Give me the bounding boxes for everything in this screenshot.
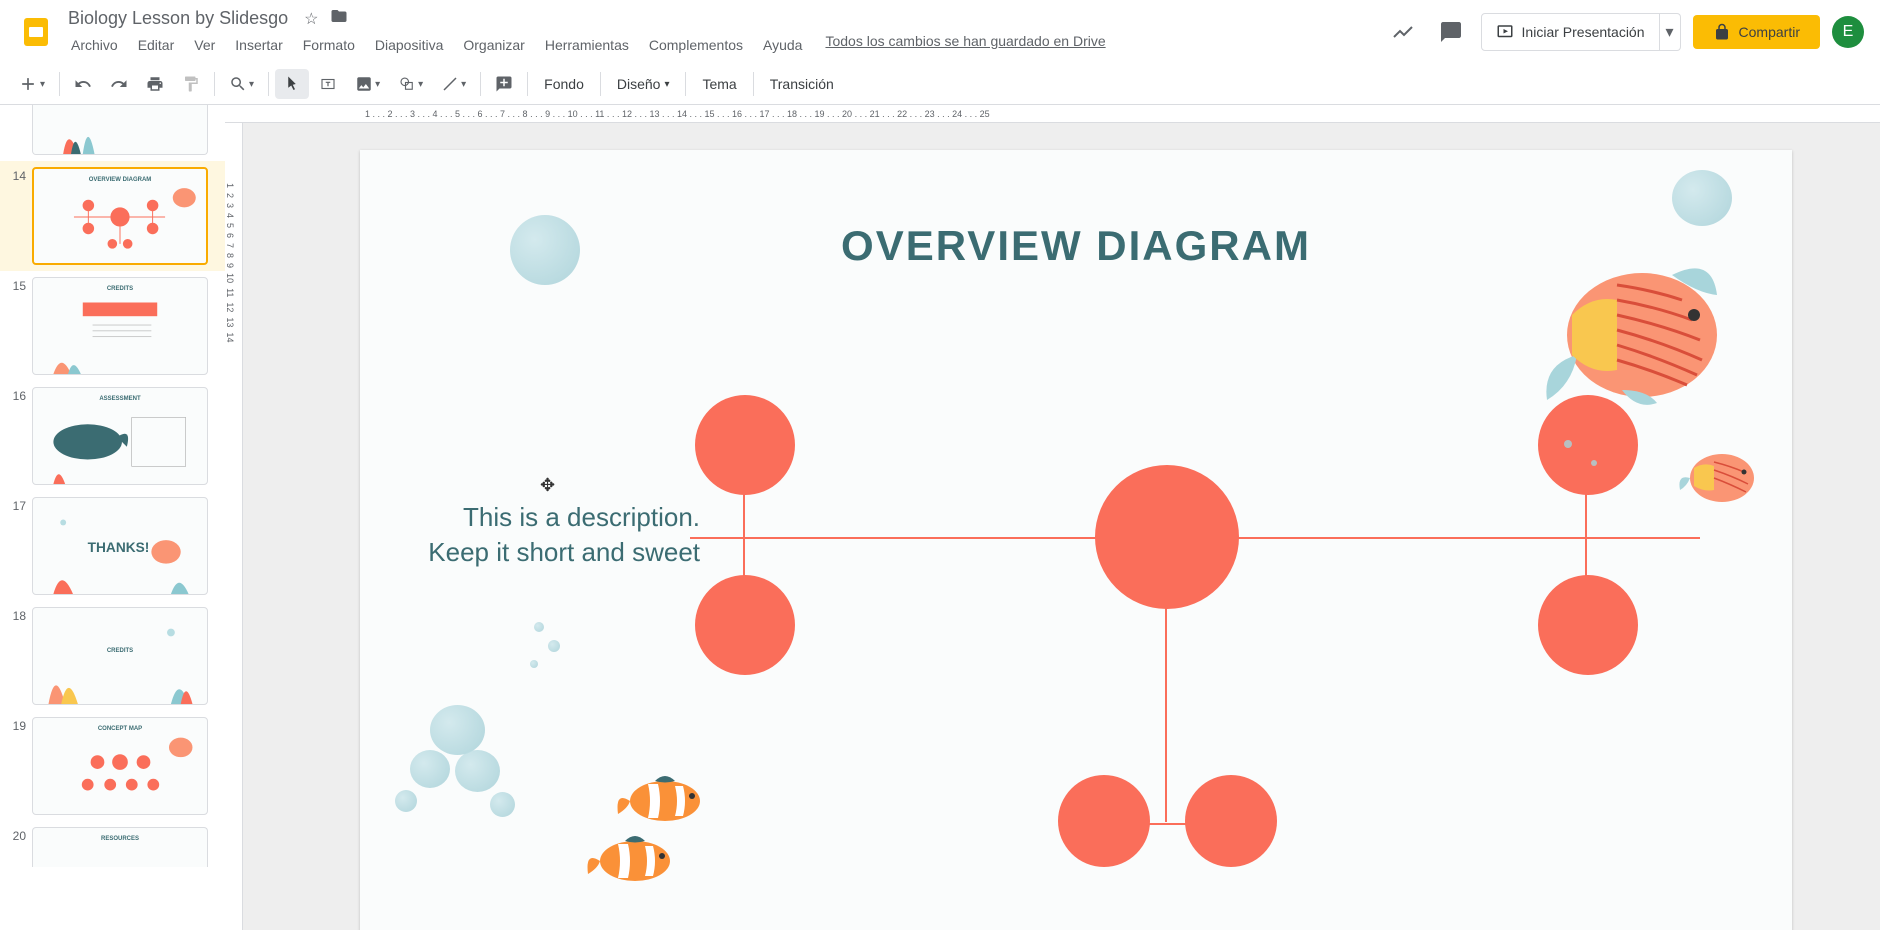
activity-icon[interactable] bbox=[1385, 14, 1421, 50]
thumb-num: 14 bbox=[10, 169, 26, 265]
line-tool[interactable]: ▾ bbox=[433, 69, 474, 99]
tema-button[interactable]: Tema bbox=[692, 70, 746, 98]
menubar: Archivo Editar Ver Insertar Formato Diap… bbox=[64, 33, 1385, 57]
new-slide-button[interactable]: ▾ bbox=[10, 68, 53, 100]
comments-icon[interactable] bbox=[1433, 14, 1469, 50]
fish-illustration-small bbox=[1672, 440, 1762, 510]
comment-button[interactable] bbox=[487, 69, 521, 99]
textbox-tool[interactable] bbox=[311, 69, 345, 99]
slide-sidebar[interactable]: 14 OVERVIEW DIAGRAM 15 CREDITS 16 ASSESS… bbox=[0, 105, 225, 930]
menu-ayuda[interactable]: Ayuda bbox=[756, 33, 809, 57]
bubble-decoration bbox=[534, 622, 544, 632]
image-tool[interactable]: ▾ bbox=[347, 69, 388, 99]
menu-complementos[interactable]: Complementos bbox=[642, 33, 750, 57]
thumb-num: 20 bbox=[10, 829, 26, 867]
menu-archivo[interactable]: Archivo bbox=[64, 33, 125, 57]
menu-editar[interactable]: Editar bbox=[131, 33, 182, 57]
doc-title[interactable]: Biology Lesson by Slidesgo bbox=[64, 6, 292, 31]
bubble-decoration bbox=[455, 750, 500, 792]
move-cursor-icon: ✥ bbox=[540, 475, 555, 496]
slide-title[interactable]: OVERVIEW DIAGRAM bbox=[841, 222, 1311, 270]
menu-formato[interactable]: Formato bbox=[296, 33, 362, 57]
slide-thumb-19[interactable]: CONCEPT MAP bbox=[32, 717, 208, 815]
bubble-decoration bbox=[530, 660, 538, 668]
thumb-num: 15 bbox=[10, 279, 26, 375]
clownfish-illustration bbox=[580, 766, 740, 906]
ruler-horizontal: 1 . . . 2 . . . 3 . . . 4 . . . 5 . . . … bbox=[225, 105, 1880, 123]
slide-thumb-16[interactable]: ASSESSMENT bbox=[32, 387, 208, 485]
menu-herramientas[interactable]: Herramientas bbox=[538, 33, 636, 57]
ruler-vertical: 1 2 3 4 5 6 7 8 9 10 11 12 13 14 bbox=[225, 123, 243, 930]
bubble-decoration bbox=[430, 705, 485, 755]
description-text[interactable]: This is a description. Keep it short and… bbox=[410, 500, 700, 570]
slide-thumb-17[interactable]: THANKS! bbox=[32, 497, 208, 595]
slide-thumb-13[interactable] bbox=[32, 105, 208, 155]
bubble-decoration bbox=[1564, 440, 1572, 448]
title-area: Biology Lesson by Slidesgo ☆ Archivo Edi… bbox=[64, 6, 1385, 57]
menu-ver[interactable]: Ver bbox=[187, 33, 222, 57]
menu-organizar[interactable]: Organizar bbox=[456, 33, 531, 57]
undo-button[interactable] bbox=[66, 69, 100, 99]
bubble-decoration bbox=[548, 640, 560, 652]
thumb-num: 19 bbox=[10, 719, 26, 815]
thumb-num: 18 bbox=[10, 609, 26, 705]
save-status[interactable]: Todos los cambios se han guardado en Dri… bbox=[825, 33, 1105, 57]
bubble-decoration bbox=[510, 215, 580, 285]
avatar[interactable]: E bbox=[1832, 16, 1864, 48]
bubble-decoration bbox=[490, 792, 515, 817]
thumb-num: 16 bbox=[10, 389, 26, 485]
shape-tool[interactable]: ▾ bbox=[390, 69, 431, 99]
svg-text:THANKS!: THANKS! bbox=[88, 540, 150, 555]
slide-canvas[interactable]: OVERVIEW DIAGRAM ✥ This is a description… bbox=[360, 150, 1792, 930]
select-tool[interactable] bbox=[275, 69, 309, 99]
paint-format-button[interactable] bbox=[174, 69, 208, 99]
present-label: Iniciar Presentación bbox=[1522, 24, 1645, 40]
main: 14 OVERVIEW DIAGRAM 15 CREDITS 16 ASSESS… bbox=[0, 105, 1880, 930]
present-button[interactable]: Iniciar Presentación bbox=[1481, 13, 1660, 51]
fish-illustration bbox=[1522, 225, 1742, 425]
star-icon[interactable]: ☆ bbox=[304, 9, 318, 29]
header: Biology Lesson by Slidesgo ☆ Archivo Edi… bbox=[0, 0, 1880, 64]
diseno-button[interactable]: Diseño▾ bbox=[607, 70, 680, 98]
bubble-decoration bbox=[1591, 460, 1597, 466]
bubble-decoration bbox=[410, 750, 450, 788]
slide-thumb-18[interactable]: CREDITS bbox=[32, 607, 208, 705]
slide-thumb-14[interactable]: OVERVIEW DIAGRAM bbox=[32, 167, 208, 265]
bubble-decoration bbox=[1672, 170, 1732, 226]
menu-insertar[interactable]: Insertar bbox=[228, 33, 289, 57]
thumb-num: 17 bbox=[10, 499, 26, 595]
fondo-button[interactable]: Fondo bbox=[534, 70, 594, 98]
move-folder-icon[interactable] bbox=[330, 7, 348, 30]
header-right: Iniciar Presentación ▾ Compartir E bbox=[1385, 13, 1864, 51]
bubble-decoration bbox=[395, 790, 417, 812]
slide-thumb-15[interactable]: CREDITS bbox=[32, 277, 208, 375]
thumb-num bbox=[10, 107, 26, 155]
redo-button[interactable] bbox=[102, 69, 136, 99]
canvas-area: 1 . . . 2 . . . 3 . . . 4 . . . 5 . . . … bbox=[225, 105, 1880, 930]
menu-diapositiva[interactable]: Diapositiva bbox=[368, 33, 450, 57]
slide-thumb-20[interactable]: RESOURCES bbox=[32, 827, 208, 867]
share-label: Compartir bbox=[1739, 24, 1800, 40]
slides-logo[interactable] bbox=[16, 12, 56, 52]
diagram[interactable] bbox=[690, 425, 1710, 925]
transicion-button[interactable]: Transición bbox=[760, 70, 844, 98]
share-button[interactable]: Compartir bbox=[1693, 15, 1820, 49]
present-dropdown[interactable]: ▾ bbox=[1660, 13, 1681, 51]
toolbar: ▾ ▾ ▾ ▾ ▾ Fondo Diseño▾ Tema Transición bbox=[0, 64, 1880, 105]
print-button[interactable] bbox=[138, 69, 172, 99]
zoom-button[interactable]: ▾ bbox=[221, 69, 262, 99]
